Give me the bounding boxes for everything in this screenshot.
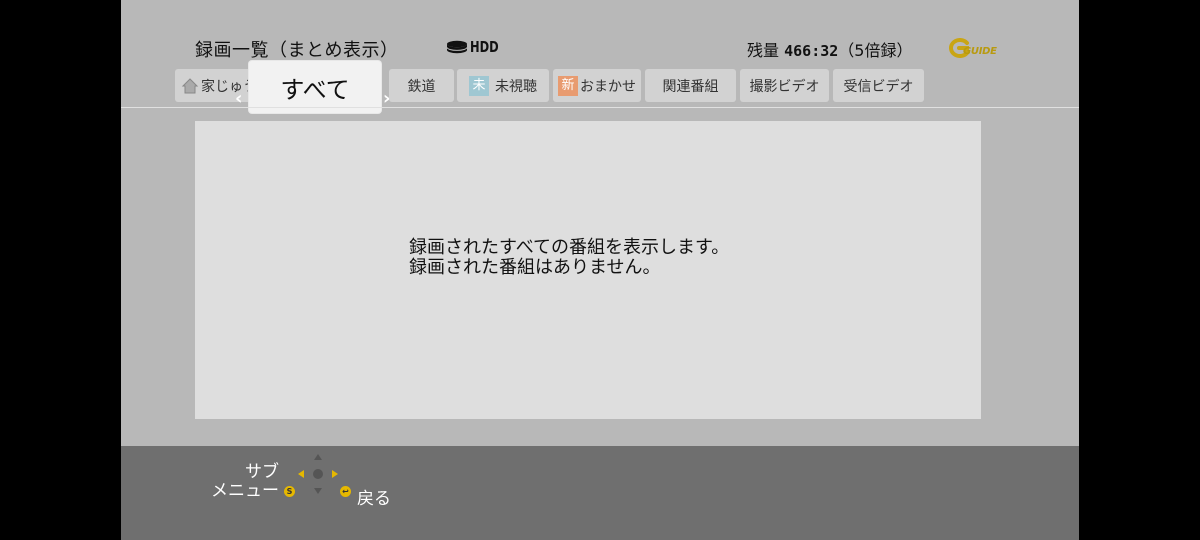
message-line: 録画されたすべての番組を表示します。 (409, 237, 730, 258)
header: 録画一覧（まとめ表示） HDD 残量 466:32（5倍録） GUIDE 家じゅ… (121, 0, 1079, 113)
back-button-icon: ↩ (340, 486, 351, 497)
tab-omakase[interactable]: 新 おまかせ (553, 69, 641, 102)
storage-label: HDD (470, 38, 499, 56)
new-badge-icon: 新 (558, 75, 578, 96)
tab-label: おまかせ (580, 78, 636, 95)
storage-indicator: HDD (446, 38, 504, 56)
tab-camera-video[interactable]: 撮影ビデオ (740, 69, 829, 102)
house-icon (181, 77, 199, 93)
submenu-line1: サブ (245, 462, 279, 482)
remaining-time: 466:32 (784, 42, 839, 60)
submenu-button-icon: S (284, 486, 295, 497)
footer-guide: サブ メニュー S ↩ 戻る (121, 446, 1079, 540)
dpad-icon (298, 454, 338, 494)
logo-text: GUIDE (963, 46, 997, 57)
remaining-prefix: 残量 (747, 41, 780, 60)
tab-label: 関連番組 (662, 78, 719, 95)
remaining-capacity: 残量 466:32（5倍録） (747, 37, 912, 61)
submenu-hint[interactable]: サブ メニュー (211, 463, 279, 501)
tab-related[interactable]: 関連番組 (645, 69, 736, 102)
tab-label: 撮影ビデオ (749, 78, 820, 95)
message-line: 録画された番組はありません。 (409, 257, 661, 278)
recording-list-screen: 録画一覧（まとめ表示） HDD 残量 466:32（5倍録） GUIDE 家じゅ… (121, 0, 1079, 540)
tab-received-video[interactable]: 受信ビデオ (833, 69, 924, 102)
tab-unwatched[interactable]: 未 未視聴 (457, 69, 549, 102)
tab-railway[interactable]: 鉄道 (389, 69, 454, 102)
content-panel: 録画されたすべての番組を表示します。 録画された番組はありません。 (195, 121, 981, 419)
page-title: 録画一覧（まとめ表示） (195, 40, 399, 61)
divider (121, 107, 1079, 108)
unwatched-badge-icon: 未 (469, 75, 489, 96)
hdd-icon (446, 40, 468, 54)
tab-label: 未視聴 (495, 78, 537, 95)
tab-label: すべて (280, 75, 350, 104)
empty-message: 録画されたすべての番組を表示します。 録画された番組はありません。 (409, 238, 729, 278)
remaining-mode: （5倍録） (838, 41, 913, 60)
gguide-logo: GUIDE (947, 38, 1003, 60)
submenu-line2: メニュー (211, 481, 279, 501)
tab-label: 受信ビデオ (843, 78, 914, 95)
back-hint[interactable]: 戻る (357, 484, 391, 509)
tab-all[interactable]: すべて (249, 61, 381, 113)
tab-label: 鉄道 (407, 78, 436, 95)
